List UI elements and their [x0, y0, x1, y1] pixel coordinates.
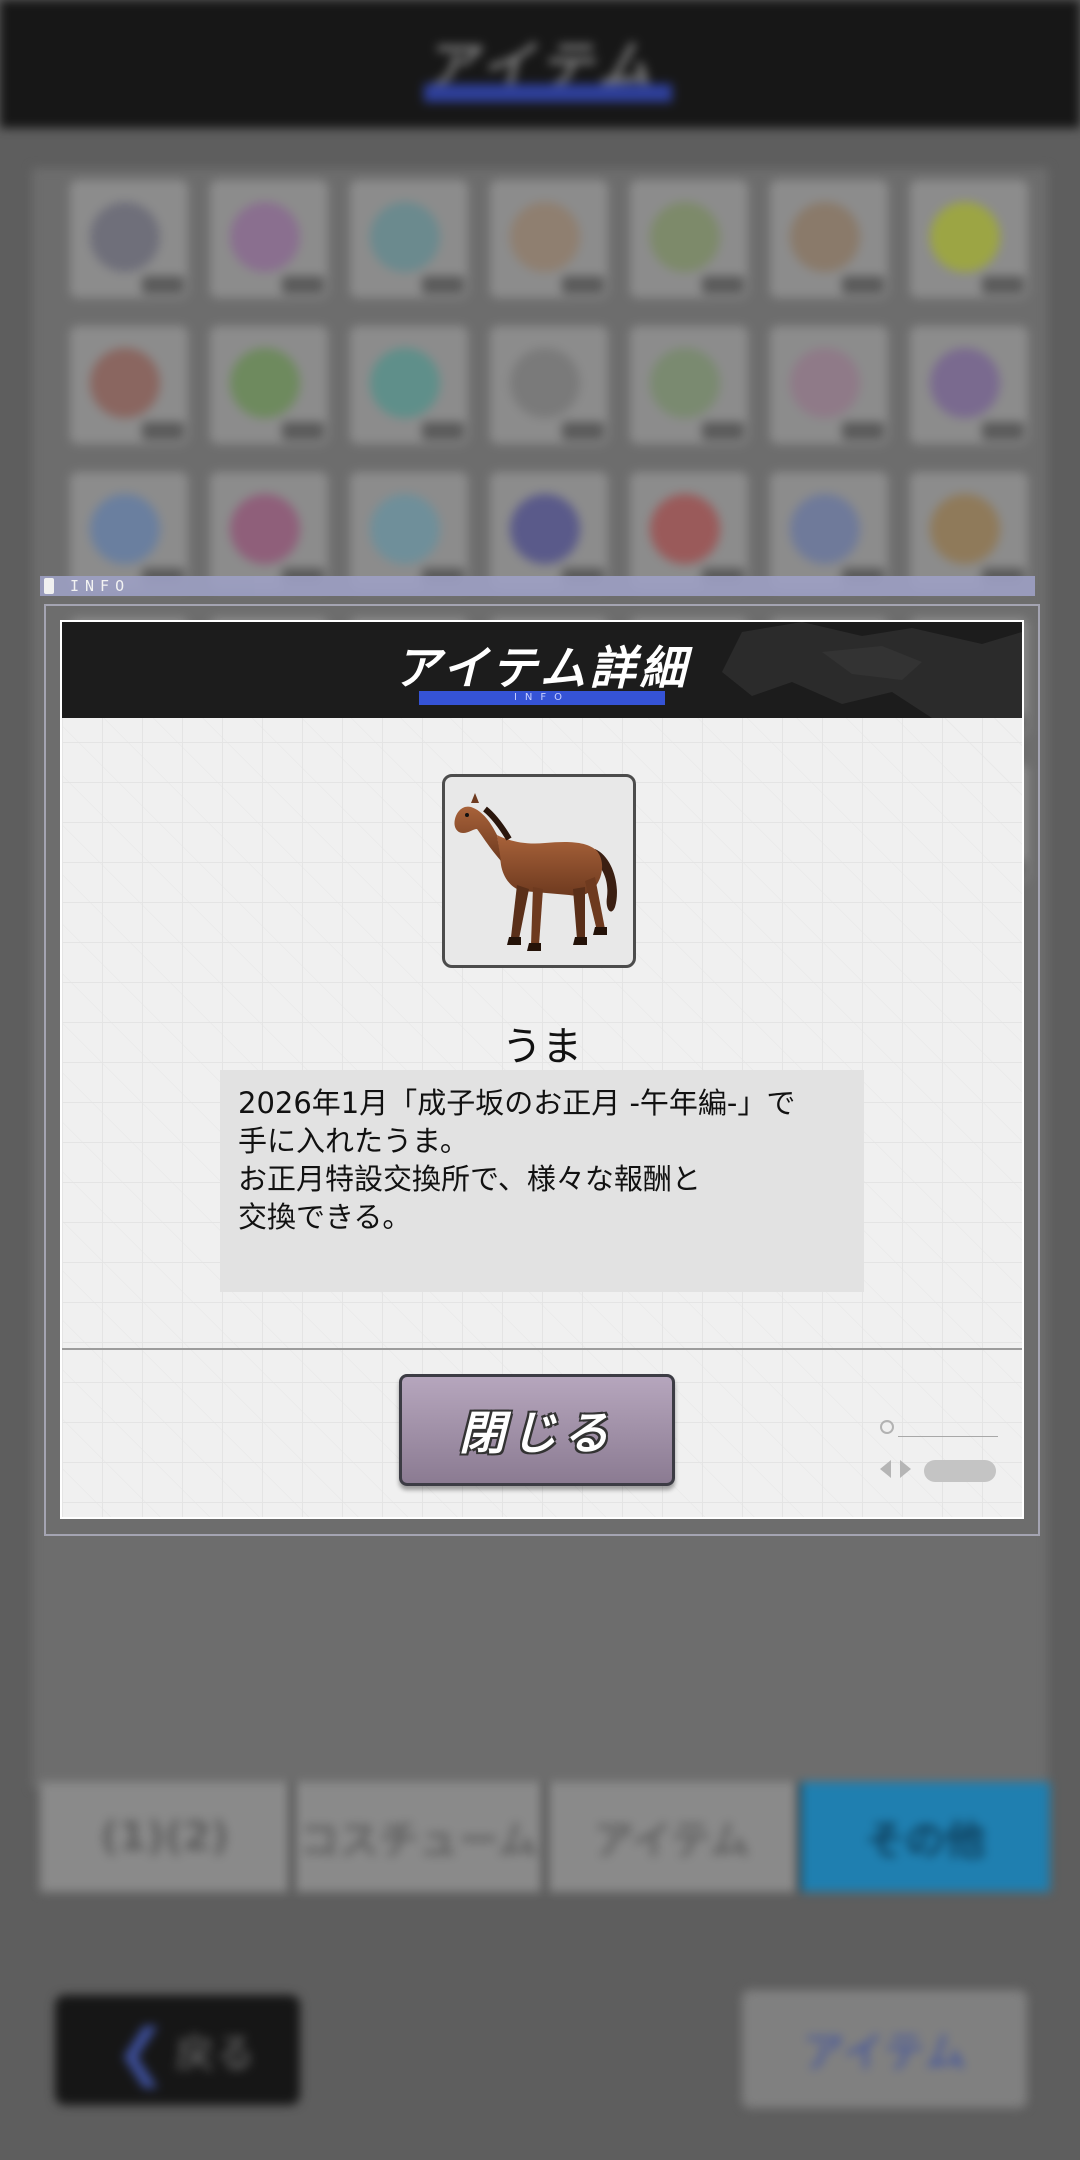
item-count-tag	[702, 276, 744, 294]
info-strip-marker	[44, 578, 54, 594]
close-button[interactable]: 閉じる	[399, 1374, 675, 1486]
arrow-left-icon	[880, 1460, 891, 1478]
item-thumbnail	[650, 348, 720, 418]
tab-item[interactable]: アイテム	[547, 1782, 797, 1892]
modal-subtitle: INFO	[513, 692, 571, 703]
info-strip: INFO	[40, 576, 1035, 596]
grid-item[interactable]	[770, 326, 888, 444]
item-count-tag	[982, 276, 1024, 294]
category-tabs: (1)(2) コスチューム アイテム その他	[40, 1782, 1050, 1892]
item-count-tag	[282, 422, 324, 440]
chevron-left-icon: ❮	[115, 2015, 167, 2088]
item-count-tag	[142, 276, 184, 294]
description-line: 手に入れたうま。	[238, 1124, 469, 1158]
grid-item[interactable]	[70, 326, 188, 444]
item-count-tag	[422, 276, 464, 294]
grid-item[interactable]	[910, 180, 1028, 298]
tab-other[interactable]: その他	[800, 1782, 1050, 1892]
item-name: うま	[502, 1024, 582, 1070]
description-line: お正月特設交換所で、様々な報酬と	[238, 1162, 701, 1196]
item-thumbnail	[370, 348, 440, 418]
item-thumbnail	[370, 494, 440, 564]
grid-item[interactable]	[630, 472, 748, 590]
item-thumbnail	[650, 494, 720, 564]
item-thumbnail	[510, 348, 580, 418]
modal-divider	[62, 1348, 1022, 1350]
item-count-tag	[282, 276, 324, 294]
item-count-tag	[422, 422, 464, 440]
item-thumbnail	[510, 202, 580, 272]
back-label: 戻る	[175, 2031, 255, 2077]
item-thumbnail	[790, 348, 860, 418]
grid-item[interactable]	[770, 180, 888, 298]
item-icon-frame	[442, 774, 636, 968]
description-line: 交換できる。	[238, 1200, 412, 1234]
item-thumbnail	[510, 494, 580, 564]
grid-item[interactable]	[350, 472, 468, 590]
grid-item[interactable]	[210, 180, 328, 298]
modal-header: アイテム詳細 INFO	[62, 622, 1022, 718]
item-thumbnail	[90, 494, 160, 564]
grid-item[interactable]	[630, 180, 748, 298]
item-description: 2026年1月「成子坂のお正月 -午年編-」で 手に入れたうま。 お正月特設交換…	[220, 1070, 864, 1292]
grid-item[interactable]	[350, 326, 468, 444]
item-count-tag	[142, 422, 184, 440]
modal-title: アイテム詳細	[394, 641, 690, 695]
item-thumbnail	[930, 202, 1000, 272]
item-button[interactable]: アイテム	[742, 1990, 1027, 2108]
arrow-right-icon	[900, 1460, 911, 1478]
decoration-pill	[924, 1460, 996, 1482]
item-thumbnail	[790, 202, 860, 272]
item-count-tag	[842, 422, 884, 440]
tab-costume[interactable]: コスチューム	[293, 1782, 543, 1892]
item-count-tag	[982, 422, 1024, 440]
item-thumbnail	[90, 202, 160, 272]
grid-item[interactable]	[490, 472, 608, 590]
item-thumbnail	[930, 348, 1000, 418]
item-thumbnail	[790, 494, 860, 564]
info-strip-label: INFO	[70, 577, 131, 595]
grid-item[interactable]	[490, 326, 608, 444]
item-thumbnail	[90, 348, 160, 418]
grid-item[interactable]	[490, 180, 608, 298]
grid-item[interactable]	[70, 180, 188, 298]
item-count-tag	[842, 276, 884, 294]
footer-decoration	[880, 1410, 1002, 1482]
grid-item[interactable]	[210, 326, 328, 444]
modal-title-bar: INFO	[419, 691, 665, 705]
grid-item[interactable]	[630, 326, 748, 444]
item-count-tag	[702, 422, 744, 440]
grid-item[interactable]	[210, 472, 328, 590]
description-line: 2026年1月「成子坂のお正月 -午年編-」で	[238, 1086, 796, 1120]
top-bar: アイテム	[0, 0, 1080, 128]
item-thumbnail	[230, 202, 300, 272]
item-detail-modal: アイテム詳細 INFO うま 2026年1月「成子坂のお正月 -午年編-」で 手…	[60, 620, 1024, 1519]
decoration-line	[898, 1436, 998, 1437]
back-button[interactable]: ❮ 戻る	[55, 1995, 300, 2105]
item-count-tag	[562, 422, 604, 440]
grid-item[interactable]	[350, 180, 468, 298]
search-icon	[880, 1420, 894, 1434]
item-thumbnail	[230, 348, 300, 418]
item-thumbnail	[230, 494, 300, 564]
grid-item[interactable]	[910, 326, 1028, 444]
grid-item[interactable]	[70, 472, 188, 590]
horse-icon	[454, 793, 617, 951]
grid-item[interactable]	[770, 472, 888, 590]
screen-title-underline	[424, 84, 672, 102]
item-thumbnail	[650, 202, 720, 272]
grid-item[interactable]	[910, 472, 1028, 590]
item-count-tag	[562, 276, 604, 294]
tab-items-1[interactable]: (1)(2)	[40, 1782, 290, 1892]
item-thumbnail	[370, 202, 440, 272]
item-thumbnail	[930, 494, 1000, 564]
